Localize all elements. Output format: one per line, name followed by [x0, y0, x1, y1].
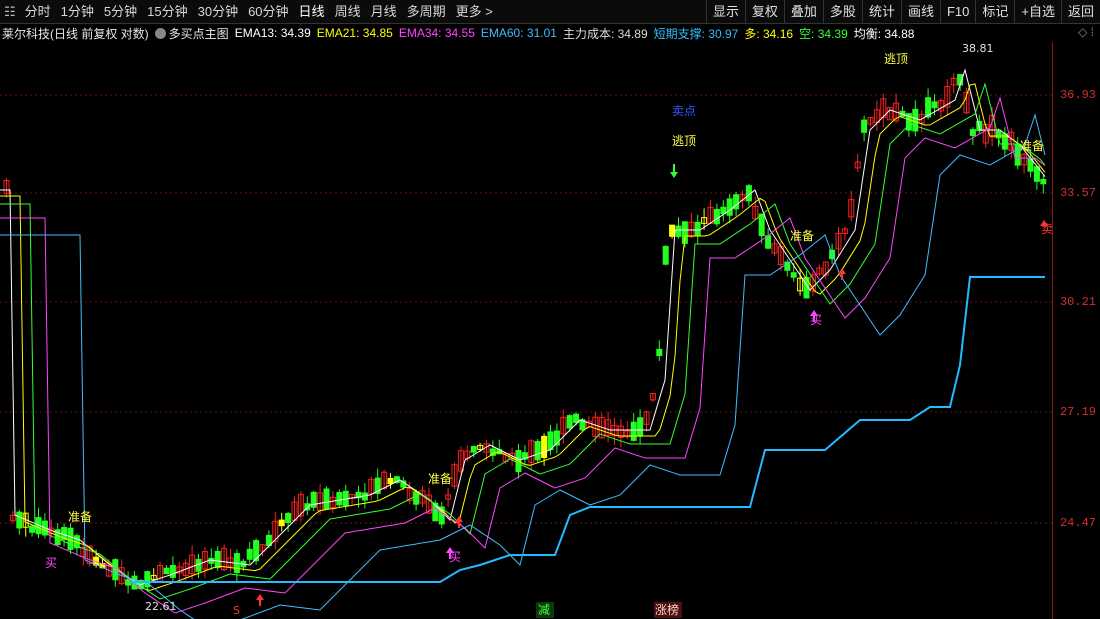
candle-body [214, 550, 221, 569]
candle-body [547, 431, 554, 451]
buy-label-1: 买 [45, 556, 57, 570]
candle-body [675, 225, 682, 237]
up-arrow-icon [838, 268, 846, 280]
high-label: 38.81 [962, 42, 994, 55]
candle-body [713, 208, 720, 225]
signal-marks [256, 164, 1048, 606]
candle-body [278, 519, 285, 527]
candle-body [470, 445, 477, 453]
ema13-line [0, 68, 1046, 586]
limit-up-label: 涨榜 [655, 602, 679, 617]
candle-body [765, 235, 772, 249]
candle-body [246, 548, 253, 560]
down-arrow-icon [670, 164, 678, 178]
candle-body [969, 129, 976, 137]
candle-body [912, 108, 919, 132]
candle-body [163, 567, 170, 575]
candle-body [656, 348, 663, 357]
reduce-label: 减 [538, 603, 550, 617]
candle-body [534, 441, 541, 461]
buy-label-3: 买 [810, 313, 822, 327]
candle-body [758, 213, 765, 237]
ema21-line [0, 83, 1046, 591]
prepare-label-3: 准备 [790, 229, 814, 243]
candle-body [323, 488, 330, 510]
escape-top-label-1: 逃顶 [672, 134, 696, 148]
candle-body [566, 415, 573, 429]
candle-body [662, 245, 669, 265]
indicator-lines [0, 68, 1046, 619]
candle-body [336, 492, 343, 506]
bear-line [0, 82, 1046, 600]
candle-body [1040, 178, 1047, 185]
ema60-line [0, 113, 1046, 619]
prepare-label-4: 准备 [1020, 139, 1044, 153]
candle-body [637, 417, 644, 437]
candle-body [790, 272, 797, 278]
candle-body [67, 527, 74, 550]
candle-body [931, 101, 938, 109]
up-arrow-icon [256, 594, 264, 606]
candle-body [413, 491, 420, 505]
candle-body [694, 221, 701, 237]
candle-body [29, 525, 36, 533]
sell-point-label: 卖点 [672, 104, 696, 118]
candlestick-chart[interactable]: 38.81 22.61 卖点 逃顶 逃顶 准备 准备 准备 准备 买 买 买 卖… [0, 0, 1100, 619]
candle-body [861, 119, 868, 133]
candle-body [169, 564, 176, 578]
escape-top-label-2: 逃顶 [884, 52, 908, 66]
buy-label-2: 买 [449, 550, 461, 564]
candles [3, 72, 1047, 594]
candle-body [630, 421, 637, 441]
candle-body [669, 224, 676, 237]
low-label: 22.61 [145, 600, 177, 613]
s-mark-label: S [233, 604, 240, 617]
sell-edge-label: 卖 [1041, 222, 1053, 236]
candle-body [541, 435, 548, 458]
prepare-label-2: 准备 [428, 472, 452, 486]
candle-body [573, 413, 580, 424]
candle-body [387, 477, 394, 484]
candle-body [16, 511, 23, 529]
prepare-label-1: 准备 [68, 510, 92, 524]
candle-body [285, 512, 292, 523]
candle-body [726, 198, 733, 216]
ema34-line [0, 96, 1046, 614]
